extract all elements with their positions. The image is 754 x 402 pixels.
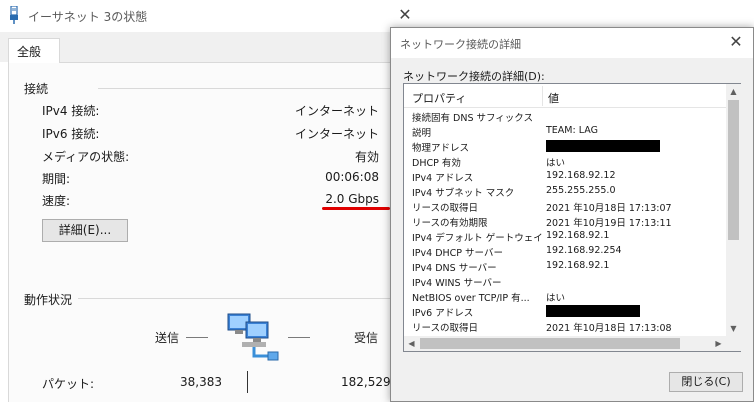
detail-value: 192.168.92.1 (546, 260, 610, 271)
detail-row[interactable]: リースの取得日 2021 年10月18日 17:13:08 (404, 319, 726, 334)
detail-property: リースの取得日 (412, 203, 479, 214)
speed-label: 速度: (42, 194, 71, 208)
detail-row[interactable]: DHCP 有効 はい (404, 154, 726, 169)
ipv4-connectivity-value: インターネット (294, 104, 379, 118)
horizontal-scroll-thumb[interactable] (420, 338, 680, 349)
speed-highlight-underline (322, 207, 390, 210)
detail-value: 255.255.255.0 (546, 185, 616, 196)
column-separator[interactable] (542, 86, 543, 106)
speed-value: 2.0 Gbps (325, 192, 379, 206)
network-adapter-icon (10, 6, 18, 24)
status-window-title: イーサネット 3の状態 (28, 10, 148, 24)
list-header: プロパティ 値 (404, 84, 726, 108)
ipv6-connectivity-value: インターネット (294, 127, 379, 141)
detail-property: リースの有効期限 (412, 218, 488, 229)
ipv6-connectivity-label: IPv6 接続: (42, 127, 100, 141)
details-window-titlebar: ネットワーク接続の詳細 ✕ (391, 28, 753, 58)
detail-property: DHCP 有効 (412, 158, 461, 169)
detail-value: 192.168.92.1 (546, 230, 610, 241)
scroll-left-icon[interactable]: ◀ (404, 336, 419, 351)
detail-property: IPv4 DNS サーバー (412, 263, 497, 274)
detail-row[interactable]: IPv4 DHCP サーバー 192.168.92.254 (404, 244, 726, 259)
details-window-title: ネットワーク接続の詳細 (400, 38, 521, 51)
packets-sent-value: 38,383 (180, 375, 222, 389)
details-list-caption: ネットワーク接続の詳細(D): (403, 70, 545, 83)
detail-value: 2021 年10月19日 17:13:11 (546, 218, 672, 229)
detail-property: リースの取得日 (412, 323, 479, 334)
vertical-scroll-thumb[interactable] (728, 100, 739, 240)
detail-row[interactable]: 接続固有 DNS サフィックス (404, 109, 726, 124)
activity-divider (247, 371, 248, 393)
packets-label: パケット: (42, 377, 95, 391)
detail-value: 192.168.92.254 (546, 245, 622, 256)
ipv4-connectivity-label: IPv4 接続: (42, 104, 100, 118)
column-header-property[interactable]: プロパティ (412, 90, 466, 106)
detail-property: IPv6 アドレス (412, 308, 474, 319)
scroll-right-icon[interactable]: ▶ (711, 336, 726, 351)
activity-group-line (72, 298, 400, 299)
sent-line (186, 337, 208, 338)
close-icon[interactable]: ✕ (727, 33, 745, 51)
horizontal-scrollbar[interactable]: ◀ ▶ (404, 336, 726, 351)
detail-value: 2021 年10月18日 17:13:07 (546, 203, 672, 214)
detail-row[interactable]: IPv4 DNS サーバー 192.168.92.1 (404, 259, 726, 274)
detail-row[interactable]: IPv4 デフォルト ゲートウェイ 192.168.92.1 (404, 229, 726, 244)
tab-strip (0, 32, 420, 62)
detail-row[interactable]: IPv4 WINS サーバー (404, 274, 726, 289)
vertical-scrollbar[interactable]: ▲ ▼ (726, 84, 741, 336)
detail-row[interactable]: 物理アドレス (404, 139, 726, 154)
connection-group-title: 接続 (24, 80, 55, 97)
packets-received-value: 182,529 (341, 375, 391, 389)
activity-group-title: 動作状況 (24, 291, 79, 308)
scrollbar-corner (726, 336, 741, 351)
detail-row[interactable]: IPv6 アドレス (404, 304, 726, 319)
detail-row[interactable]: リースの取得日 2021 年10月18日 17:13:07 (404, 199, 726, 214)
status-window-titlebar: イーサネット 3の状態 ✕ (0, 0, 420, 32)
tab-general[interactable]: 全般 (8, 38, 60, 63)
detail-value: 2021 年10月18日 17:13:08 (546, 323, 672, 334)
detail-property: 物理アドレス (412, 143, 470, 154)
scroll-up-icon[interactable]: ▲ (726, 84, 741, 99)
detail-value: TEAM: LAG (546, 125, 598, 136)
detail-property: 説明 (412, 128, 432, 139)
detail-value: はい (546, 293, 566, 304)
details-window: ネットワーク接続の詳細 ✕ ネットワーク接続の詳細(D): プロパティ 値 接続… (390, 27, 754, 402)
close-button[interactable]: 閉じる(C) (669, 372, 743, 392)
duration-value: 00:06:08 (325, 170, 379, 184)
detail-row[interactable]: 説明 TEAM: LAG (404, 124, 726, 139)
sent-label: 送信 (155, 331, 180, 345)
detail-property: IPv4 WINS サーバー (412, 278, 502, 289)
network-activity-icon (227, 313, 279, 361)
duration-label: 期間: (42, 172, 71, 186)
media-state-label: メディアの状態: (42, 150, 130, 164)
redacted-value (546, 305, 640, 317)
detail-rows: 接続固有 DNS サフィックス 説明 TEAM: LAG 物理アドレス DHCP 有効は… (404, 109, 726, 334)
connection-group-line (98, 88, 400, 89)
detail-row[interactable]: NetBIOS over TCP/IP 有... はい (404, 289, 726, 304)
close-icon[interactable]: ✕ (396, 6, 414, 24)
detail-value: 192.168.92.12 (546, 170, 616, 181)
detail-property: IPv4 サブネット マスク (412, 188, 515, 199)
received-line (288, 337, 310, 338)
detail-property: IPv4 アドレス (412, 173, 474, 184)
redacted-value (546, 140, 660, 152)
column-header-value[interactable]: 値 (548, 90, 559, 106)
received-label: 受信 (354, 331, 379, 345)
detail-row[interactable]: IPv4 アドレス 192.168.92.12 (404, 169, 726, 184)
scroll-down-icon[interactable]: ▼ (726, 321, 741, 336)
status-window: イーサネット 3の状態 ✕ 全般 接続 IPv4 接続: インターネット IPv… (0, 0, 420, 402)
detail-row[interactable]: IPv4 サブネット マスク 255.255.255.0 (404, 184, 726, 199)
details-button[interactable]: 詳細(E)... (42, 219, 128, 242)
details-listbox[interactable]: プロパティ 値 接続固有 DNS サフィックス 説明 TEAM: LAG 物理アドレス… (403, 83, 741, 352)
detail-property: 接続固有 DNS サフィックス (412, 113, 534, 124)
detail-property: IPv4 DHCP サーバー (412, 248, 503, 259)
media-state-value: 有効 (354, 150, 379, 164)
detail-value: はい (546, 158, 566, 169)
detail-row[interactable]: リースの有効期限 2021 年10月19日 17:13:11 (404, 214, 726, 229)
detail-property: IPv4 デフォルト ゲートウェイ (412, 233, 543, 244)
detail-property: NetBIOS over TCP/IP 有... (412, 293, 530, 304)
